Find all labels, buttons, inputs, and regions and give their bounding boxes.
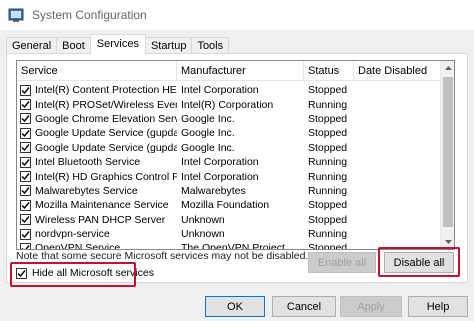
status-cell: Running <box>308 156 348 169</box>
table-row[interactable]: Google Update Service (gupdate) Google In… <box>17 126 441 140</box>
service-cell: Malwarebytes Service <box>17 184 177 198</box>
disable-all-highlight <box>378 247 460 277</box>
table-row[interactable]: Mozilla Maintenance Service Mozilla Found… <box>17 198 441 212</box>
table-row[interactable]: nordvpn-service Unknown Running <box>17 227 441 241</box>
secure-services-note: Note that some secure Microsoft services… <box>16 250 309 262</box>
title-bar: System Configuration <box>0 0 474 30</box>
service-cell: Wireless PAN DHCP Server <box>17 213 177 227</box>
service-name: Intel(R) Content Protection HEC... <box>35 84 177 97</box>
tab-startup[interactable]: Startup <box>144 37 193 54</box>
manufacturer-cell: Intel Corporation <box>181 156 259 169</box>
list-header: Service Manufacturer Status Date Disable… <box>17 61 441 81</box>
manufacturer-cell: Mozilla Foundation <box>181 199 270 212</box>
status-cell: Running <box>308 98 348 111</box>
status-cell: Stopped <box>308 141 348 154</box>
service-checkbox[interactable] <box>20 171 31 183</box>
column-header-status[interactable]: Status <box>304 61 354 81</box>
service-checkbox[interactable] <box>20 99 31 111</box>
status-cell: Stopped <box>308 112 348 125</box>
manufacturer-cell: Intel(R) Corporation <box>181 98 274 111</box>
service-checkbox[interactable] <box>20 142 31 154</box>
service-cell: Intel Bluetooth Service <box>17 155 177 169</box>
status-cell: Stopped <box>308 213 348 226</box>
scroll-up-arrow-icon[interactable] <box>441 61 454 75</box>
hide-microsoft-services-highlight <box>10 262 136 287</box>
service-name: Google Chrome Elevation Service <box>35 112 177 125</box>
status-cell: Stopped <box>308 84 348 97</box>
status-cell: Running <box>308 184 348 197</box>
tab-services[interactable]: Services <box>89 34 146 54</box>
service-cell: Google Chrome Elevation Service <box>17 112 177 126</box>
manufacturer-cell: Intel Corporation <box>181 170 259 183</box>
table-row[interactable]: Intel(R) Content Protection HEC... Intel … <box>17 83 441 97</box>
service-name: Mozilla Maintenance Service <box>35 199 169 212</box>
services-list[interactable]: Service Manufacturer Status Date Disable… <box>16 60 455 250</box>
tab-boot[interactable]: Boot <box>56 37 91 54</box>
service-checkbox[interactable] <box>20 214 31 226</box>
service-checkbox[interactable] <box>20 228 31 240</box>
service-name: Intel Bluetooth Service <box>35 156 141 169</box>
service-checkbox[interactable] <box>20 156 31 168</box>
service-name: Intel(R) PROSet/Wireless Event ... <box>35 98 177 111</box>
service-checkbox[interactable] <box>20 242 31 249</box>
service-checkbox[interactable] <box>20 127 31 139</box>
service-name: OpenVPN Service <box>35 242 121 250</box>
service-cell: Google Update Service (gupdatem) <box>17 141 177 155</box>
cancel-button[interactable]: Cancel <box>272 296 336 317</box>
service-checkbox[interactable] <box>20 113 31 125</box>
manufacturer-cell: The OpenVPN Project <box>181 242 285 250</box>
manufacturer-cell: Google Inc. <box>181 127 235 140</box>
status-cell: Running <box>308 228 348 241</box>
service-name: Google Update Service (gupdate) <box>35 127 177 140</box>
service-name: Malwarebytes Service <box>35 184 138 197</box>
service-checkbox[interactable] <box>20 199 31 211</box>
service-cell: nordvpn-service <box>17 227 177 241</box>
manufacturer-cell: Google Inc. <box>181 141 235 154</box>
tab-tools[interactable]: Tools <box>191 37 230 54</box>
help-button[interactable]: Help <box>408 296 468 317</box>
column-header-date-disabled[interactable]: Date Disabled <box>354 61 441 81</box>
manufacturer-cell: Google Inc. <box>181 112 235 125</box>
manufacturer-cell: Unknown <box>181 228 225 241</box>
status-cell: Stopped <box>308 199 348 212</box>
table-row[interactable]: Intel Bluetooth Service Intel Corporation… <box>17 155 441 169</box>
manufacturer-cell: Unknown <box>181 213 225 226</box>
service-cell: Intel(R) Content Protection HEC... <box>17 83 177 97</box>
status-cell: Running <box>308 170 348 183</box>
service-cell: OpenVPN Service <box>17 241 177 250</box>
service-checkbox[interactable] <box>20 84 31 96</box>
service-name: nordvpn-service <box>35 228 110 241</box>
service-cell: Intel(R) HD Graphics Control Pa... <box>17 170 177 184</box>
vertical-scrollbar[interactable] <box>440 61 454 249</box>
manufacturer-cell: Malwarebytes <box>181 184 246 197</box>
table-row[interactable]: Wireless PAN DHCP Server Unknown Stopped <box>17 213 441 227</box>
tab-strip: General Boot Services Startup Tools <box>6 34 230 54</box>
table-row[interactable]: Intel(R) HD Graphics Control Pa... Intel … <box>17 169 441 183</box>
services-rows: Intel(R) Content Protection HEC... Intel … <box>17 83 441 250</box>
table-row[interactable]: Malwarebytes Service Malwarebytes Running <box>17 184 441 198</box>
service-name: Intel(R) HD Graphics Control Pa... <box>35 170 177 183</box>
column-header-service[interactable]: Service <box>17 61 177 81</box>
table-row[interactable]: Intel(R) PROSet/Wireless Event ... Intel(… <box>17 97 441 111</box>
service-name: Wireless PAN DHCP Server <box>35 213 166 226</box>
table-row[interactable]: Google Chrome Elevation Service Google In… <box>17 112 441 126</box>
ok-button[interactable]: OK <box>205 296 265 317</box>
system-configuration-icon <box>8 8 24 22</box>
service-cell: Google Update Service (gupdate) <box>17 126 177 140</box>
apply-button[interactable]: Apply <box>340 296 402 317</box>
status-cell: Stopped <box>308 127 348 140</box>
window-title: System Configuration <box>32 8 147 22</box>
manufacturer-cell: Intel Corporation <box>181 84 259 97</box>
service-name: Google Update Service (gupdatem) <box>35 141 177 154</box>
column-header-manufacturer[interactable]: Manufacturer <box>177 61 304 81</box>
status-cell: Stopped <box>308 242 348 250</box>
table-row[interactable]: Google Update Service (gupdatem) Google I… <box>17 141 441 155</box>
service-cell: Intel(R) PROSet/Wireless Event ... <box>17 98 177 112</box>
scrollbar-thumb[interactable] <box>443 77 453 227</box>
tab-general[interactable]: General <box>6 37 58 54</box>
enable-all-button[interactable]: Enable all <box>308 252 376 273</box>
service-checkbox[interactable] <box>20 185 31 197</box>
service-cell: Mozilla Maintenance Service <box>17 198 177 212</box>
